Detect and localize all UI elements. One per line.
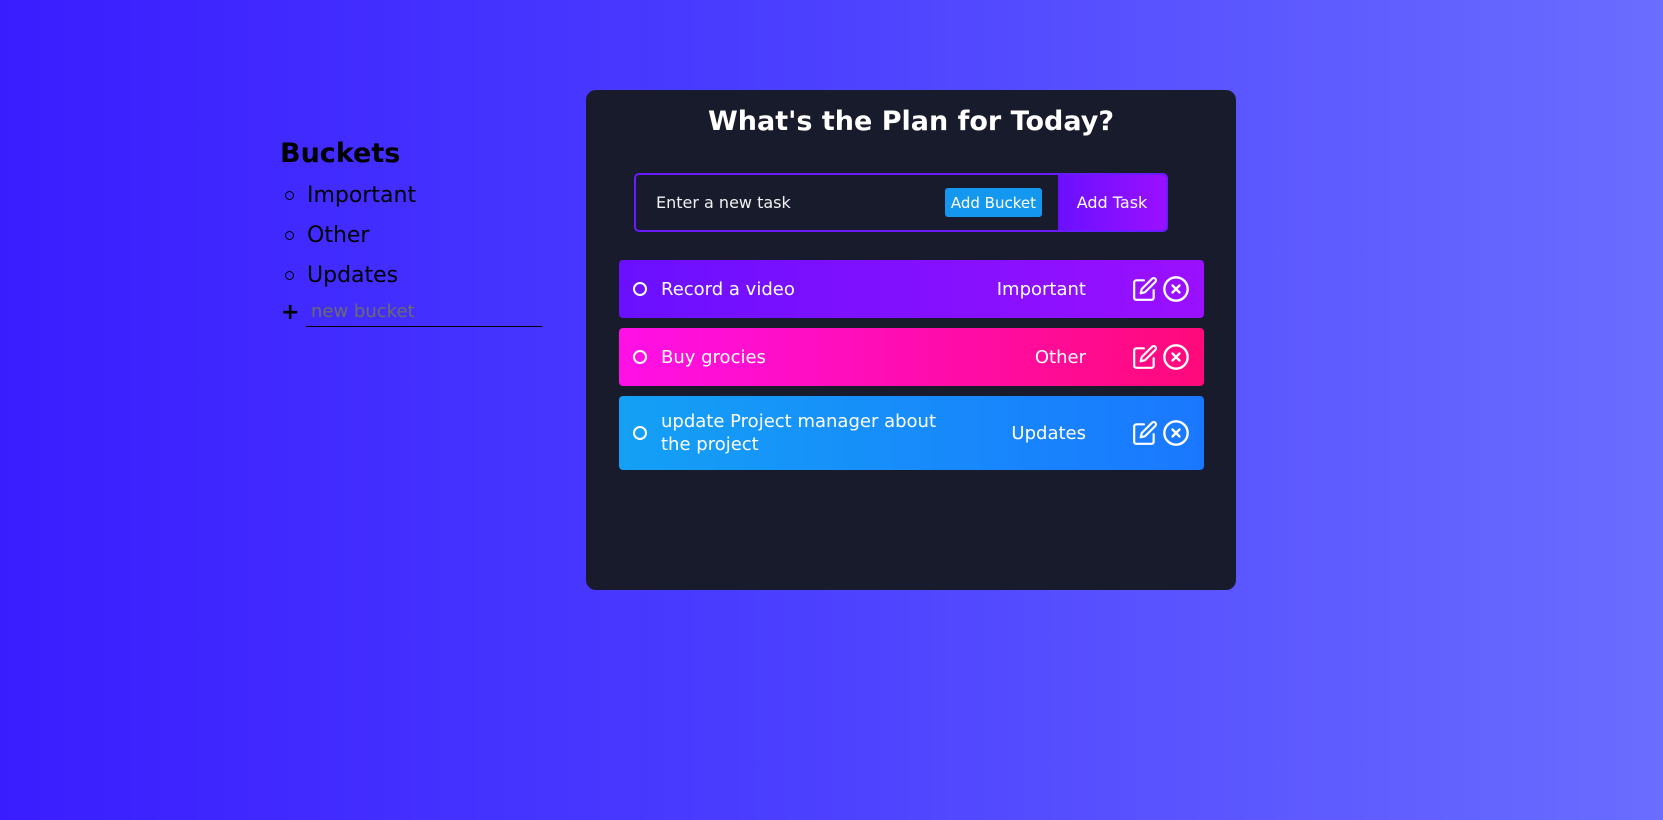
edit-icon[interactable] bbox=[1132, 276, 1158, 302]
task-bucket: Updates bbox=[1011, 422, 1086, 444]
todo-panel: What's the Plan for Today? Add Bucket Ad… bbox=[586, 90, 1236, 590]
bucket-label: Updates bbox=[307, 262, 399, 288]
task-list: Record a video Important Buy grocies Oth… bbox=[619, 260, 1204, 480]
task-actions bbox=[1132, 275, 1190, 303]
bucket-item-important[interactable]: Important bbox=[280, 175, 542, 215]
task-row: Record a video Important bbox=[619, 260, 1204, 318]
bullet-icon bbox=[285, 230, 294, 240]
complete-circle-icon[interactable] bbox=[633, 426, 647, 440]
bucket-item-updates[interactable]: Updates bbox=[280, 255, 542, 295]
task-input[interactable] bbox=[636, 175, 945, 230]
task-actions bbox=[1132, 419, 1190, 447]
page-title: What's the Plan for Today? bbox=[708, 106, 1114, 137]
bucket-list: Important Other Updates bbox=[280, 175, 542, 295]
task-row: update Project manager about the project… bbox=[619, 396, 1204, 470]
edit-icon[interactable] bbox=[1132, 344, 1158, 370]
bucket-label: Other bbox=[307, 222, 370, 248]
task-row: Buy grocies Other bbox=[619, 328, 1204, 386]
new-bucket-row: + bbox=[280, 297, 542, 327]
plus-icon[interactable]: + bbox=[280, 300, 306, 325]
bullet-icon bbox=[285, 190, 294, 200]
task-bucket: Other bbox=[1034, 346, 1086, 368]
complete-circle-icon[interactable] bbox=[633, 350, 647, 364]
bucket-label: Important bbox=[307, 182, 417, 208]
task-actions bbox=[1132, 343, 1190, 371]
add-bucket-button[interactable]: Add Bucket bbox=[944, 188, 1042, 217]
task-form: Add Bucket Add Task bbox=[634, 173, 1168, 232]
buckets-title: Buckets bbox=[280, 138, 401, 169]
task-text: Buy grocies bbox=[661, 346, 766, 368]
task-text: Record a video bbox=[661, 278, 795, 300]
edit-icon[interactable] bbox=[1132, 420, 1158, 446]
task-bucket: Important bbox=[996, 278, 1086, 300]
close-circle-icon[interactable] bbox=[1162, 343, 1190, 371]
add-task-button[interactable]: Add Task bbox=[1058, 175, 1166, 230]
close-circle-icon[interactable] bbox=[1162, 419, 1190, 447]
complete-circle-icon[interactable] bbox=[633, 282, 647, 296]
new-bucket-input[interactable] bbox=[306, 297, 542, 327]
bucket-item-other[interactable]: Other bbox=[280, 215, 542, 255]
task-text: update Project manager about the project bbox=[661, 411, 937, 455]
buckets-sidebar: Buckets Important Other Updates + bbox=[280, 138, 542, 327]
close-circle-icon[interactable] bbox=[1162, 275, 1190, 303]
bullet-icon bbox=[285, 270, 294, 280]
